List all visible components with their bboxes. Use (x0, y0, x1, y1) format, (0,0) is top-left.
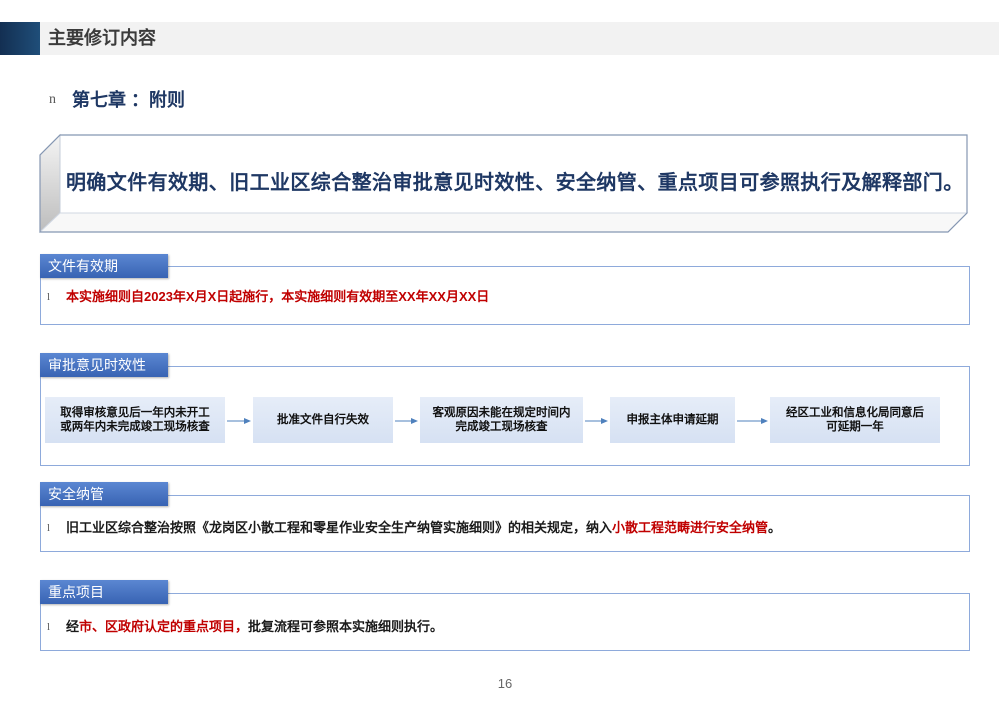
flow-step-line: 批准文件自行失效 (277, 414, 369, 426)
safety-text-before: 旧工业区综合整治按照《龙岗区小散工程和零星作业安全生产纳管实施细则》的相关规定，… (66, 520, 613, 535)
flow-step-3: 客观原因未能在规定时间内 完成竣工现场核查 (420, 397, 583, 443)
key-projects-highlight: 市、区政府认定的重点项目， (79, 619, 249, 634)
safety-text-after: 。 (768, 520, 782, 535)
validity-text: 本实施细则自2023年X月X日起施行，本实施细则有效期至XX年XX月XX日 (66, 289, 490, 304)
chapter-bullet: n (49, 92, 56, 107)
flow-step-5: 经区工业和信息化局同意后 可延期一年 (770, 397, 940, 443)
chapter-title: 第七章 ：附则 (72, 90, 186, 110)
safety-bullet: l (47, 522, 51, 534)
key-projects-bullet: l (47, 621, 51, 633)
safety-text: 旧工业区综合整治按照《龙岗区小散工程和零星作业安全生产纳管实施细则》的相关规定，… (66, 520, 781, 536)
key-projects-text-after: 批复流程可参照本实施细则执行。 (248, 619, 444, 634)
flow-step-line: 完成竣工现场核查 (455, 421, 548, 433)
arrow-right-icon (227, 418, 251, 424)
arrow-right-icon (737, 418, 768, 424)
arrow-right-icon (395, 418, 418, 424)
validity-label: 文件有效期 (40, 254, 168, 278)
key-projects-text-before: 经 (66, 619, 80, 634)
cube-bottom-face (38, 212, 969, 233)
key-projects-label: 重点项目 (40, 580, 168, 604)
validity-bullet: l (47, 291, 51, 303)
flow-step-line: 申报主体申请延期 (626, 414, 719, 426)
flow-step-line: 可延期一年 (826, 421, 884, 433)
summary-text: 明确文件有效期、旧工业区综合整治审批意见时效性、安全纳管、重点项目可参照执行及解… (66, 172, 964, 194)
flow-step-line: 或两年内未完成竣工现场核查 (60, 421, 210, 433)
safety-highlight: 小散工程范畴进行安全纳管 (612, 520, 769, 535)
header-bar (40, 22, 999, 55)
header-accent-block (0, 22, 40, 55)
key-projects-text: 经市、区政府认定的重点项目，批复流程可参照本实施细则执行。 (66, 619, 443, 635)
flow-step-1: 取得审核意见后一年内未开工 或两年内未完成竣工现场核查 (45, 397, 225, 443)
flow-step-line: 客观原因未能在规定时间内 (432, 407, 571, 419)
flow-step-4: 申报主体申请延期 (610, 397, 735, 443)
flow-step-line: 经区工业和信息化局同意后 (786, 407, 924, 419)
page-number: 16 (497, 676, 513, 691)
flow-step-2: 批准文件自行失效 (253, 397, 393, 443)
arrow-right-icon (585, 418, 608, 424)
safety-label: 安全纳管 (40, 482, 168, 506)
flow-step-line: 取得审核意见后一年内未开工 (60, 407, 210, 419)
approval-label: 审批意见时效性 (40, 353, 168, 377)
page-title: 主要修订内容 (48, 28, 156, 48)
